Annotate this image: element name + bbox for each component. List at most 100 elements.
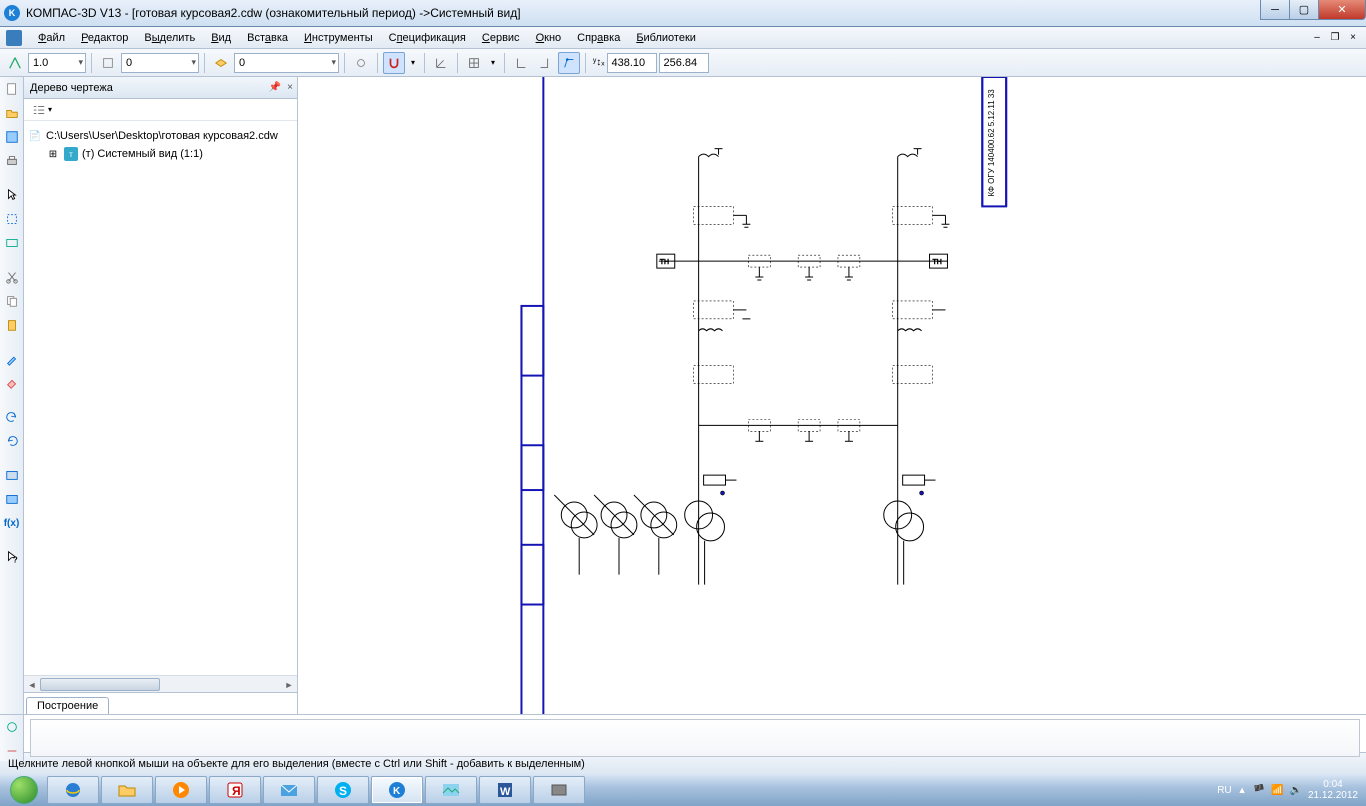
layer-combo[interactable]: 0▾ bbox=[234, 53, 339, 73]
menu-editor[interactable]: Редактор bbox=[73, 30, 136, 46]
scroll-left-icon[interactable]: ◄ bbox=[24, 676, 40, 693]
save-icon[interactable] bbox=[2, 127, 22, 147]
layer-icon[interactable] bbox=[210, 52, 232, 74]
svg-text:ТН: ТН bbox=[660, 259, 669, 266]
new-doc-icon[interactable] bbox=[2, 79, 22, 99]
mdi-restore[interactable]: ❐ bbox=[1328, 30, 1342, 44]
brush-icon[interactable] bbox=[2, 349, 22, 369]
minimize-button[interactable]: ─ bbox=[1260, 0, 1290, 20]
task-explorer[interactable] bbox=[101, 776, 153, 804]
tree-view-row[interactable]: ⊞ т (т) Системный вид (1:1) bbox=[28, 145, 293, 163]
paste-icon[interactable] bbox=[2, 315, 22, 335]
menu-spec[interactable]: Спецификация bbox=[381, 30, 474, 46]
menu-view[interactable]: Вид bbox=[203, 30, 239, 46]
mdi-minimize[interactable]: – bbox=[1310, 30, 1324, 44]
task-skype[interactable]: S bbox=[317, 776, 369, 804]
scroll-thumb[interactable] bbox=[40, 678, 160, 691]
cursor-icon[interactable] bbox=[2, 185, 22, 205]
property-input[interactable] bbox=[30, 719, 1360, 757]
variables-icon[interactable]: f(x) bbox=[2, 513, 22, 533]
grid-icon[interactable] bbox=[463, 52, 485, 74]
tray-lang[interactable]: RU bbox=[1217, 785, 1231, 796]
undo-icon[interactable] bbox=[2, 407, 22, 427]
ortho-l-icon[interactable] bbox=[510, 52, 532, 74]
panel-tabs: Построение bbox=[24, 692, 297, 714]
coord-y-readout: 256.84 bbox=[659, 53, 709, 73]
task-media[interactable] bbox=[155, 776, 207, 804]
svg-text:?: ? bbox=[12, 555, 17, 564]
title-bar: K КОМПАС-3D V13 - [готовая курсовая2.cdw… bbox=[0, 0, 1366, 27]
tray-network-icon[interactable]: 📶 bbox=[1271, 785, 1283, 796]
prop-tool-1-icon[interactable] bbox=[2, 717, 22, 737]
menu-insert[interactable]: Вставка bbox=[239, 30, 296, 46]
library-icon[interactable] bbox=[2, 465, 22, 485]
task-app[interactable] bbox=[533, 776, 585, 804]
close-button[interactable]: ✕ bbox=[1318, 0, 1366, 20]
svg-text:S: S bbox=[339, 784, 347, 798]
open-icon[interactable] bbox=[2, 103, 22, 123]
view-node-icon: т bbox=[64, 147, 78, 161]
ortho-j-icon[interactable] bbox=[534, 52, 556, 74]
tray-flag-icon[interactable]: 🏴 bbox=[1253, 785, 1265, 796]
tree-panel: Дерево чертежа 📌 × ▾ 📄 C:\Users\User\Des… bbox=[24, 77, 298, 714]
grid-dropdown[interactable]: ▾ bbox=[487, 52, 499, 74]
coord-x-readout: 438.10 bbox=[607, 53, 657, 73]
app-menu-icon[interactable] bbox=[6, 30, 22, 46]
print-icon[interactable] bbox=[2, 151, 22, 171]
select-icon[interactable] bbox=[2, 209, 22, 229]
main-toolbar: 1.0▾ 0▾ 0▾ ▾ ▾ ʸ↕ₓ 438.10 256.84 bbox=[0, 49, 1366, 77]
copy-icon[interactable] bbox=[2, 291, 22, 311]
drawing-canvas[interactable]: КФ ОГУ 140400.62 5.12.11 33 ТН ТН bbox=[298, 77, 1366, 714]
round-icon[interactable] bbox=[558, 52, 580, 74]
menu-file[interactable]: Файл bbox=[30, 30, 73, 46]
start-button[interactable] bbox=[2, 775, 46, 805]
tray-show-hidden-icon[interactable]: ▲ bbox=[1238, 785, 1247, 795]
menu-service[interactable]: Сервис bbox=[474, 30, 528, 46]
state-icon[interactable] bbox=[97, 52, 119, 74]
angle-icon[interactable] bbox=[430, 52, 452, 74]
property-bar bbox=[0, 714, 1366, 752]
tray-clock[interactable]: 0:04 21.12.2012 bbox=[1308, 779, 1358, 801]
menu-tools[interactable]: Инструменты bbox=[296, 30, 381, 46]
cut-icon[interactable] bbox=[2, 267, 22, 287]
panel-close-icon[interactable]: × bbox=[287, 82, 293, 93]
mdi-close[interactable]: × bbox=[1346, 30, 1360, 44]
scroll-right-icon[interactable]: ► bbox=[281, 676, 297, 693]
drawing-tree[interactable]: 📄 C:\Users\User\Desktop\готовая курсовая… bbox=[24, 121, 297, 675]
task-ie[interactable] bbox=[47, 776, 99, 804]
task-photos[interactable] bbox=[425, 776, 477, 804]
redo-icon[interactable] bbox=[2, 431, 22, 451]
magnet-icon[interactable] bbox=[383, 52, 405, 74]
snap-icon[interactable] bbox=[4, 52, 26, 74]
task-yandex[interactable]: Я bbox=[209, 776, 261, 804]
window-controls: ─ ▢ ✕ bbox=[1261, 0, 1366, 20]
window-title: КОМПАС-3D V13 - [готовая курсовая2.cdw (… bbox=[26, 6, 521, 20]
tab-construction[interactable]: Построение bbox=[26, 697, 109, 714]
menu-libraries[interactable]: Библиотеки bbox=[628, 30, 704, 46]
pin-icon[interactable]: 📌 bbox=[269, 82, 281, 93]
task-word[interactable]: W bbox=[479, 776, 531, 804]
magnet-dropdown[interactable]: ▾ bbox=[407, 52, 419, 74]
expand-icon[interactable]: ⊞ bbox=[46, 147, 60, 161]
task-kompas[interactable]: K bbox=[371, 776, 423, 804]
left-dock: f(x) ? bbox=[0, 77, 24, 714]
task-mail[interactable] bbox=[263, 776, 315, 804]
help-icon[interactable]: ? bbox=[2, 547, 22, 567]
menu-help[interactable]: Справка bbox=[569, 30, 628, 46]
menu-window[interactable]: Окно bbox=[528, 30, 570, 46]
view-icon[interactable] bbox=[2, 233, 22, 253]
manager-icon[interactable] bbox=[2, 489, 22, 509]
settings-icon[interactable] bbox=[350, 52, 372, 74]
tree-file-row[interactable]: 📄 C:\Users\User\Desktop\готовая курсовая… bbox=[28, 127, 293, 145]
eraser-icon[interactable] bbox=[2, 373, 22, 393]
svg-text:ТН: ТН bbox=[933, 259, 942, 266]
maximize-button[interactable]: ▢ bbox=[1289, 0, 1319, 20]
state-combo[interactable]: 0▾ bbox=[121, 53, 199, 73]
step-combo[interactable]: 1.0▾ bbox=[28, 53, 86, 73]
menu-select[interactable]: Выделить bbox=[136, 30, 203, 46]
tree-panel-header: Дерево чертежа 📌 × bbox=[24, 77, 297, 99]
tree-hscroll[interactable]: ◄ ► bbox=[24, 675, 297, 692]
tray-volume-icon[interactable]: 🔊 bbox=[1289, 785, 1301, 796]
side-text: КФ ОГУ 140400.62 5.12.11 33 bbox=[987, 89, 996, 197]
tree-mode-icon[interactable] bbox=[28, 99, 50, 121]
